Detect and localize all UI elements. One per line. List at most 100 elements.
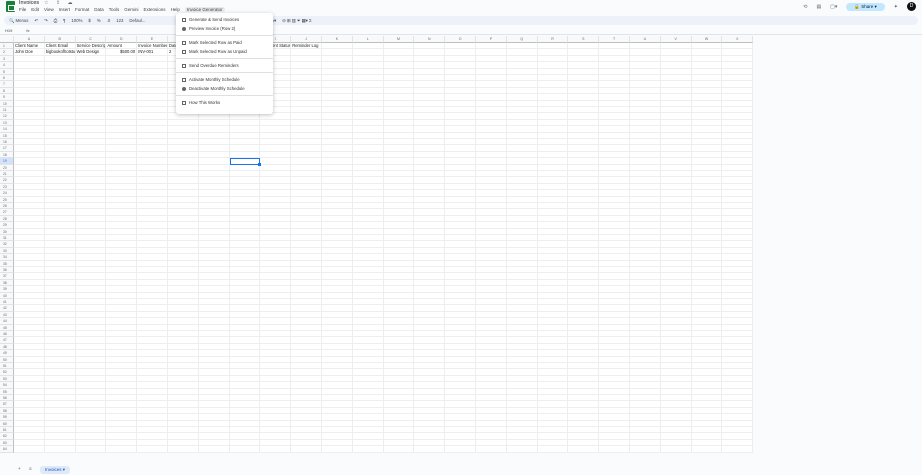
cell[interactable] <box>198 446 230 453</box>
cell[interactable] <box>322 446 353 453</box>
column-header-A[interactable]: A <box>14 36 45 43</box>
selected-cell[interactable] <box>229 158 262 167</box>
decimal-icon[interactable]: .0 <box>107 18 111 23</box>
cell[interactable] <box>352 446 384 453</box>
gemini-icon[interactable]: ✦ <box>894 4 898 10</box>
menu-item-label: Preview Invoice (Row 2) <box>189 26 236 31</box>
column-header-V[interactable]: V <box>660 36 692 43</box>
menu-item[interactable]: Activate Monthly Schedule <box>176 75 273 84</box>
menu-item-label: Deactivate Monthly Schedule <box>189 86 245 91</box>
cell[interactable] <box>691 446 723 453</box>
paint-format-icon[interactable]: ¶ <box>63 18 65 23</box>
select-all-corner[interactable] <box>0 36 14 43</box>
header-actions: ⟲ ▤ ▢▾ 🔒 Share ▾ ✦ D <box>803 2 916 11</box>
cell[interactable] <box>506 446 538 453</box>
sheet-tab-invoices[interactable]: Invoices ▾ <box>40 466 71 474</box>
menu-edit[interactable]: Edit <box>31 7 39 12</box>
all-sheets-icon[interactable]: ≡ <box>29 466 32 471</box>
cell[interactable] <box>722 446 754 453</box>
cell[interactable] <box>414 446 446 453</box>
column-header-E[interactable]: E <box>137 36 168 43</box>
cell[interactable] <box>229 446 261 453</box>
link-icon[interactable]: ⊝ ⊞ ▥ ⏷ ▦▾ Σ <box>282 18 312 24</box>
cell[interactable] <box>660 446 692 453</box>
doc-title[interactable]: Invoices <box>19 0 39 6</box>
cell[interactable] <box>168 446 199 453</box>
menu-help[interactable]: Help <box>171 7 180 12</box>
cell[interactable] <box>630 446 661 453</box>
cell[interactable] <box>445 446 476 453</box>
menu-item[interactable]: Generate & Send Invoices <box>176 15 273 24</box>
menu-gemini[interactable]: Gemini <box>124 7 138 12</box>
menu-item[interactable]: Mark Selected Row as Unpaid <box>176 47 273 56</box>
menu-view[interactable]: View <box>44 7 54 12</box>
column-header-U[interactable]: U <box>630 36 661 43</box>
font-select[interactable]: Defaul... <box>129 18 145 23</box>
undo-icon[interactable]: ↶ <box>34 18 38 24</box>
cell[interactable] <box>75 446 107 453</box>
add-sheet-icon[interactable]: + <box>18 466 21 471</box>
cell[interactable] <box>476 446 507 453</box>
search-menus[interactable]: 🔍 Menus <box>9 18 28 24</box>
menu-insert[interactable]: Insert <box>59 7 70 12</box>
menu-tools[interactable]: Tools <box>109 7 120 12</box>
currency-button[interactable]: $ <box>88 18 90 23</box>
print-icon[interactable]: ⎙ <box>54 18 57 23</box>
menu-item-label: How This Works <box>189 100 221 105</box>
column-header-S[interactable]: S <box>568 36 600 43</box>
more-formats-icon[interactable]: 123 <box>116 18 123 23</box>
column-header-L[interactable]: L <box>352 36 384 43</box>
history-icon[interactable]: ⟲ <box>803 4 807 10</box>
search-label: Menus <box>15 17 29 23</box>
sheets-logo-icon[interactable] <box>6 1 15 12</box>
column-header-R[interactable]: R <box>537 36 569 43</box>
cell[interactable] <box>599 446 630 453</box>
checkbox-icon <box>182 49 186 54</box>
menu-file[interactable]: File <box>19 7 26 12</box>
percent-button[interactable]: % <box>97 18 101 23</box>
share-button[interactable]: 🔒 Share ▾ <box>846 2 885 11</box>
name-box[interactable]: H19 <box>5 28 12 33</box>
cell[interactable] <box>383 446 415 453</box>
cell[interactable] <box>137 446 168 453</box>
column-header-B[interactable]: B <box>44 36 76 43</box>
menu-item[interactable]: Preview Invoice (Row 2) <box>176 24 273 33</box>
menu-item[interactable]: Deactivate Monthly Schedule <box>176 84 273 93</box>
title-icons[interactable]: ☆ ⇪ ☁ <box>44 0 75 6</box>
column-header-P[interactable]: P <box>476 36 507 43</box>
menu-item[interactable]: How This Works <box>176 98 273 107</box>
column-header-X[interactable]: X <box>722 36 754 43</box>
cell[interactable] <box>537 446 569 453</box>
column-header-W[interactable]: W <box>691 36 723 43</box>
column-header-D[interactable]: D <box>106 36 138 43</box>
cell[interactable] <box>14 446 45 453</box>
meet-icon[interactable]: ▢▾ <box>830 4 837 10</box>
row-header[interactable]: 64 <box>0 446 14 453</box>
column-header-Q[interactable]: Q <box>506 36 538 43</box>
menu-item[interactable]: Mark Selected Row as Paid <box>176 38 273 47</box>
column-header-M[interactable]: M <box>383 36 415 43</box>
zoom-select[interactable]: 100% <box>71 18 82 23</box>
column-header-J[interactable]: J <box>291 36 322 43</box>
menu-invoice-generator[interactable]: Invoice Generator <box>184 7 225 12</box>
title-bar: Invoices ☆ ⇪ ☁ File Edit View Insert Format D… <box>0 0 922 14</box>
spreadsheet-grid[interactable]: ABCDEFGHIJKLMNOPQRSTUVWX1Client NameClie… <box>0 36 754 453</box>
column-header-N[interactable]: N <box>414 36 446 43</box>
menu-extensions[interactable]: Extensions <box>144 7 166 12</box>
menu-data[interactable]: Data <box>94 7 104 12</box>
cell[interactable] <box>291 446 322 453</box>
column-header-O[interactable]: O <box>445 36 476 43</box>
column-header-C[interactable]: C <box>75 36 107 43</box>
cell[interactable] <box>106 446 138 453</box>
menu-item[interactable]: Send Overdue Reminders <box>176 61 273 70</box>
menu-item-label: Mark Selected Row as Unpaid <box>189 49 247 54</box>
redo-icon[interactable]: ↷ <box>44 18 48 24</box>
cell[interactable] <box>568 446 600 453</box>
column-header-K[interactable]: K <box>322 36 353 43</box>
avatar[interactable]: D <box>907 2 916 11</box>
comments-icon[interactable]: ▤ <box>816 4 821 10</box>
column-header-T[interactable]: T <box>599 36 630 43</box>
cell[interactable] <box>44 446 76 453</box>
menu-format[interactable]: Format <box>75 7 89 12</box>
cell[interactable] <box>260 446 292 453</box>
